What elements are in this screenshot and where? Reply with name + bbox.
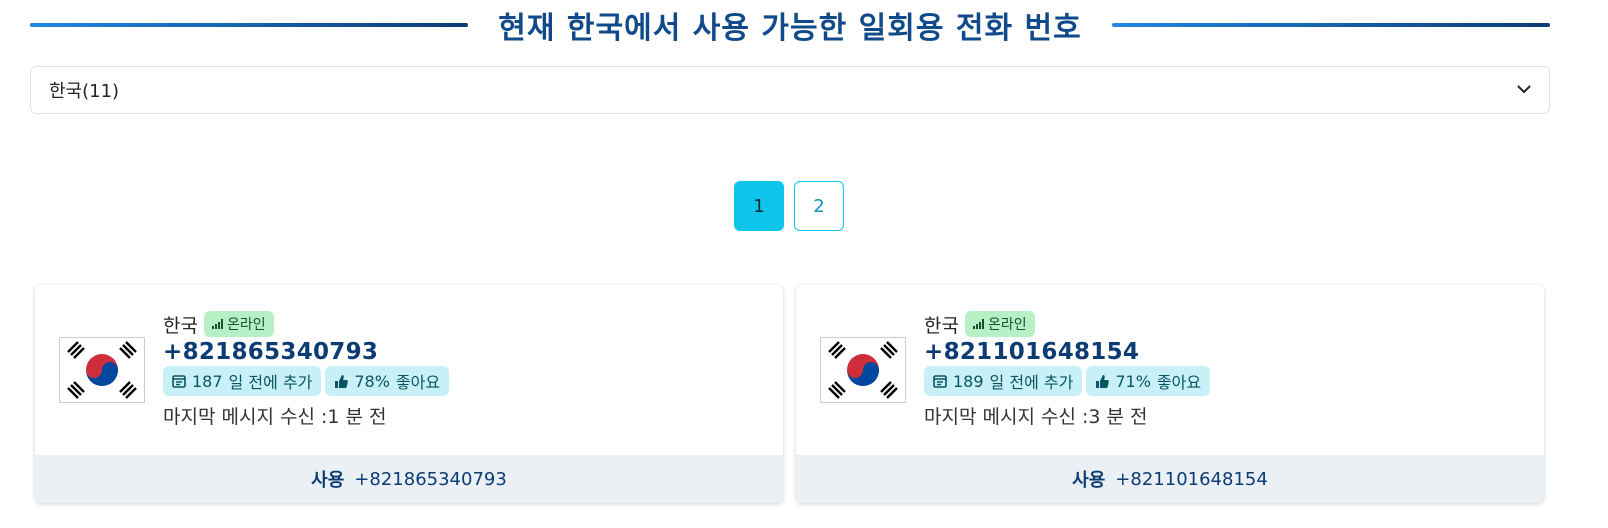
thumbs-up-icon xyxy=(334,374,349,389)
pagination: 1 2 xyxy=(734,181,844,231)
added-days-value: 187 xyxy=(192,371,223,391)
title-divider-right xyxy=(1111,23,1550,27)
card-info: 한국 온라인 +821101648154 189 일 전에 추가 71% 좋아요… xyxy=(924,311,1211,429)
use-number-button[interactable]: 사용 +821101648154 xyxy=(796,455,1544,503)
card-body: 한국 온라인 +821101648154 189 일 전에 추가 71% 좋아요… xyxy=(796,285,1544,455)
likes-suffix: 좋아요 xyxy=(1156,373,1202,392)
signal-icon xyxy=(972,319,984,329)
likes-value: 78% xyxy=(354,371,390,391)
likes-value: 71% xyxy=(1115,371,1151,391)
use-label: 사용 xyxy=(1072,470,1106,491)
last-message: 마지막 메시지 수신 :1 분 전 xyxy=(163,406,387,428)
online-badge: 온라인 xyxy=(964,311,1035,337)
chevron-down-icon xyxy=(1517,82,1531,98)
added-days-badge: 187 일 전에 추가 xyxy=(163,366,322,396)
added-days-badge: 189 일 전에 추가 xyxy=(924,366,1083,396)
use-number: +821101648154 xyxy=(1115,468,1268,490)
online-badge: 온라인 xyxy=(203,311,274,337)
korea-flag-icon xyxy=(59,337,145,403)
card-body: 한국 온라인 +821865340793 187 일 전에 추가 78% 좋아요… xyxy=(35,285,783,455)
card-country: 한국 xyxy=(924,314,959,337)
country-select[interactable]: 한국(11) xyxy=(30,66,1550,114)
likes-badge: 71% 좋아요 xyxy=(1086,366,1211,396)
last-message: 마지막 메시지 수신 :3 분 전 xyxy=(924,406,1148,428)
signal-icon xyxy=(211,319,223,329)
page-button-1[interactable]: 1 xyxy=(734,181,784,231)
calendar-icon xyxy=(933,374,947,388)
likes-suffix: 좋아요 xyxy=(395,373,441,392)
use-number: +821865340793 xyxy=(354,468,507,490)
number-card[interactable]: 한국 온라인 +821865340793 187 일 전에 추가 78% 좋아요… xyxy=(35,285,783,503)
phone-number[interactable]: +821101648154 xyxy=(924,339,1210,365)
calendar-icon xyxy=(172,374,186,388)
title-divider-left xyxy=(30,23,469,27)
use-number-button[interactable]: 사용 +821865340793 xyxy=(35,455,783,503)
added-days-suffix: 일 전에 추가 xyxy=(989,373,1074,392)
page-header: 현재 한국에서 사용 가능한 일회용 전화 번호 xyxy=(30,0,1550,50)
online-label: 온라인 xyxy=(987,317,1027,333)
online-label: 온라인 xyxy=(226,317,266,333)
korea-flag-icon xyxy=(820,337,906,403)
thumbs-up-icon xyxy=(1095,374,1110,389)
phone-number[interactable]: +821865340793 xyxy=(163,339,449,365)
added-days-suffix: 일 전에 추가 xyxy=(228,373,313,392)
use-label: 사용 xyxy=(311,470,345,491)
likes-badge: 78% 좋아요 xyxy=(325,366,450,396)
page-button-2[interactable]: 2 xyxy=(794,181,844,231)
card-info: 한국 온라인 +821865340793 187 일 전에 추가 78% 좋아요… xyxy=(163,311,450,429)
added-days-value: 189 xyxy=(953,371,984,391)
page-title: 현재 한국에서 사용 가능한 일회용 전화 번호 xyxy=(498,11,1082,46)
card-country: 한국 xyxy=(163,314,198,337)
number-card[interactable]: 한국 온라인 +821101648154 189 일 전에 추가 71% 좋아요… xyxy=(796,285,1544,503)
country-select-value: 한국(11) xyxy=(49,81,120,102)
